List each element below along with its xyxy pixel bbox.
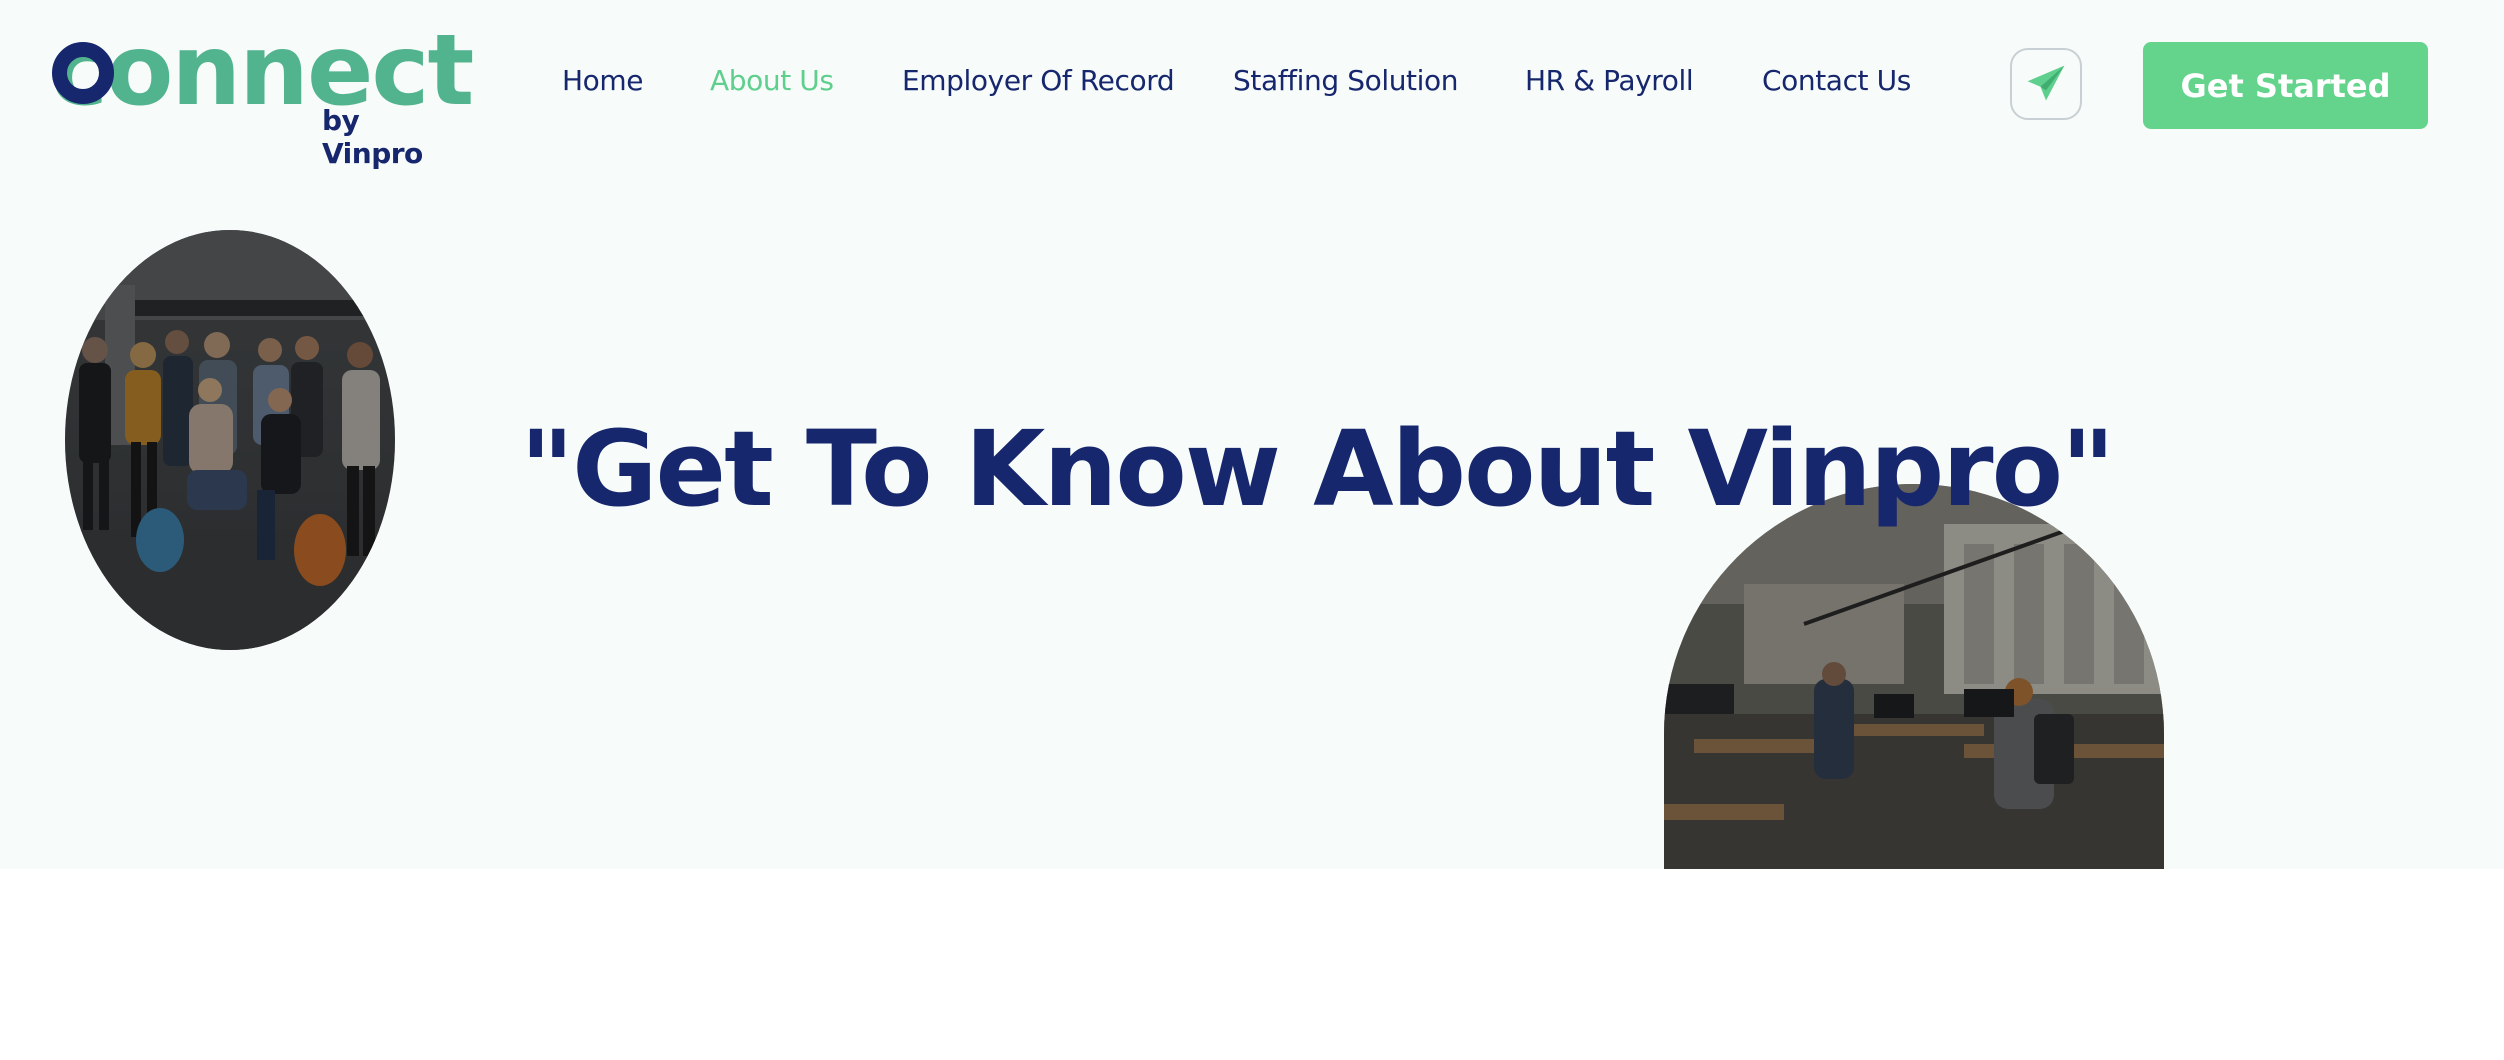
nav-item-staffing-solution[interactable]: Staffing Solution — [1233, 64, 1458, 97]
nav-item-about-us[interactable]: About Us — [710, 64, 834, 97]
page: connect by Vinpro Home About Us Employer… — [0, 0, 2504, 1060]
logo-infinity-ring — [52, 42, 114, 104]
paper-plane-icon — [2027, 65, 2065, 101]
logo-subtitle: by Vinpro — [322, 104, 423, 170]
hero-title: "Get To Know About Vinpro" — [520, 408, 2115, 530]
telegram-button[interactable] — [2010, 48, 2082, 120]
nav-item-contact-us[interactable]: Contact Us — [1762, 64, 1911, 97]
get-started-button[interactable]: Get Started — [2143, 42, 2428, 129]
nav-item-hr-payroll[interactable]: HR & Payroll — [1525, 64, 1694, 97]
logo[interactable]: connect by Vinpro — [50, 22, 474, 170]
nav-item-home[interactable]: Home — [562, 64, 643, 97]
team-photo — [65, 230, 395, 650]
nav-item-employer-of-record[interactable]: Employer Of Record — [902, 64, 1175, 97]
